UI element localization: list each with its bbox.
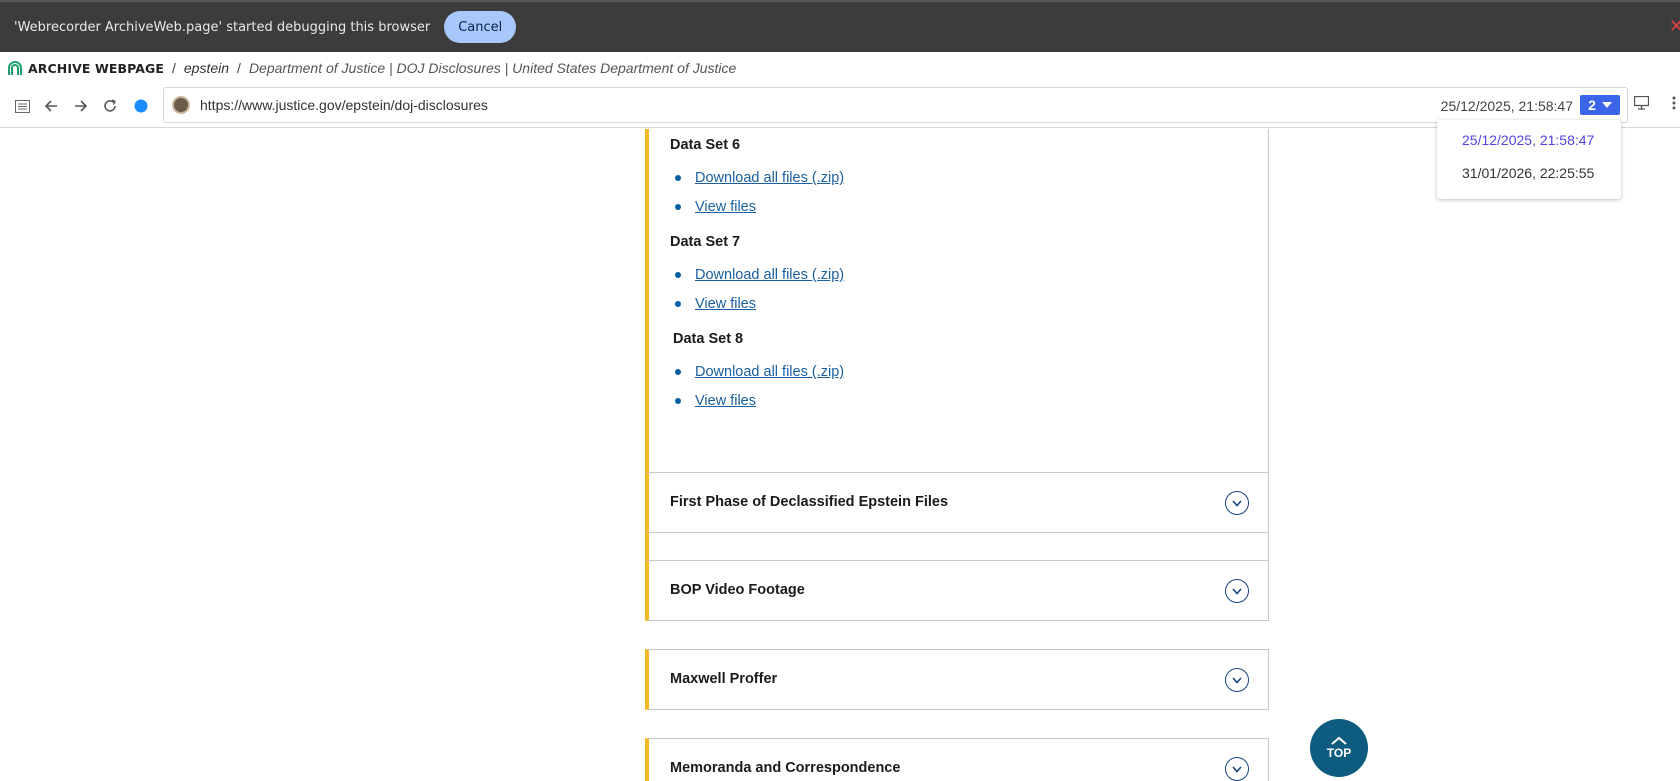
view-files-link[interactable]: View files — [695, 296, 756, 312]
sidebar-toggle-icon[interactable] — [13, 97, 31, 115]
archive-webpage-logo-icon — [8, 61, 22, 75]
debugging-message: 'Webrecorder ArchiveWeb.page' started de… — [14, 19, 431, 35]
monitor-icon[interactable] — [1633, 95, 1650, 114]
breadcrumb-page-title: Department of Justice | DOJ Disclosures … — [248, 60, 737, 76]
breadcrumb-separator: / — [237, 60, 241, 76]
cancel-debugging-button[interactable]: Cancel — [444, 11, 517, 43]
list-item: Download all files (.zip) — [675, 170, 844, 186]
bullet — [675, 175, 681, 181]
more-menu-icon[interactable] — [1672, 96, 1676, 114]
chevron-down-icon[interactable] — [1225, 757, 1249, 781]
close-icon[interactable]: ✕ — [1669, 16, 1680, 37]
accordion-title: Memoranda and Correspondence — [670, 760, 901, 776]
chevron-down-icon[interactable] — [1225, 668, 1249, 692]
navigation-bar: https://www.justice.gov/epstein/doj-disc… — [0, 84, 1680, 128]
reload-icon[interactable] — [101, 97, 119, 115]
chevron-down-icon[interactable] — [1225, 579, 1249, 603]
url-input[interactable]: https://www.justice.gov/epstein/doj-disc… — [200, 97, 488, 113]
capture-timestamp[interactable]: 25/12/2025, 21:58:47 — [1441, 98, 1573, 114]
breadcrumb-separator: / — [172, 60, 176, 76]
accordion-bop-video[interactable]: BOP Video Footage — [645, 560, 1269, 621]
debugging-notification-bar: 'Webrecorder ArchiveWeb.page' started de… — [0, 0, 1680, 52]
accordion-title: Maxwell Proffer — [670, 671, 778, 687]
forward-arrow-icon[interactable] — [72, 97, 90, 115]
chevron-down-icon — [1601, 102, 1612, 108]
data-set-title: Data Set 8 — [673, 331, 744, 347]
capture-count: 2 — [1588, 97, 1596, 113]
accordion-memoranda[interactable]: Memoranda and Correspondence — [645, 738, 1269, 781]
bullet — [675, 272, 681, 278]
timestamp-option[interactable]: 31/01/2026, 22:25:55 — [1462, 165, 1594, 181]
back-to-top-button[interactable]: TOP — [1310, 719, 1368, 777]
status-dot-icon — [132, 97, 150, 115]
accordion-first-phase[interactable]: First Phase of Declassified Epstein File… — [645, 472, 1269, 533]
chevron-up-icon — [1331, 736, 1347, 745]
breadcrumb: ARCHIVE WEBPAGE / epstein / Department o… — [0, 52, 1680, 84]
download-zip-link[interactable]: Download all files (.zip) — [695, 364, 844, 380]
download-zip-link[interactable]: Download all files (.zip) — [695, 267, 844, 283]
view-files-link[interactable]: View files — [695, 393, 756, 409]
list-item: Download all files (.zip) — [675, 267, 844, 283]
list-item: View files — [675, 296, 756, 312]
accordion-title: BOP Video Footage — [670, 582, 805, 598]
list-item: View files — [675, 199, 756, 215]
url-bar[interactable]: https://www.justice.gov/epstein/doj-disc… — [163, 87, 1628, 123]
bullet — [675, 204, 681, 210]
bullet — [675, 398, 681, 404]
download-zip-link[interactable]: Download all files (.zip) — [695, 170, 844, 186]
timestamp-option[interactable]: 25/12/2025, 21:58:47 — [1462, 132, 1594, 148]
data-set-title: Data Set 7 — [670, 234, 741, 250]
chevron-down-icon[interactable] — [1225, 491, 1249, 515]
view-files-link[interactable]: View files — [695, 199, 756, 215]
top-label: TOP — [1326, 746, 1352, 760]
site-favicon-icon — [172, 96, 190, 114]
list-item: Download all files (.zip) — [675, 364, 844, 380]
capture-count-dropdown[interactable]: 2 — [1580, 95, 1620, 115]
timestamp-dropdown: 25/12/2025, 21:58:47 31/01/2026, 22:25:5… — [1437, 120, 1621, 199]
brand-name[interactable]: ARCHIVE WEBPAGE — [28, 61, 164, 76]
accordion-title: First Phase of Declassified Epstein File… — [670, 494, 949, 510]
accordion-maxwell-proffer[interactable]: Maxwell Proffer — [645, 649, 1269, 710]
breadcrumb-collection[interactable]: epstein — [184, 60, 229, 76]
bullet — [675, 301, 681, 307]
list-item: View files — [675, 393, 756, 409]
back-arrow-icon[interactable] — [42, 97, 60, 115]
data-set-title: Data Set 6 — [670, 137, 741, 153]
bullet — [675, 369, 681, 375]
page-content: Data Set 6 Download all files (.zip) Vie… — [0, 129, 1680, 781]
